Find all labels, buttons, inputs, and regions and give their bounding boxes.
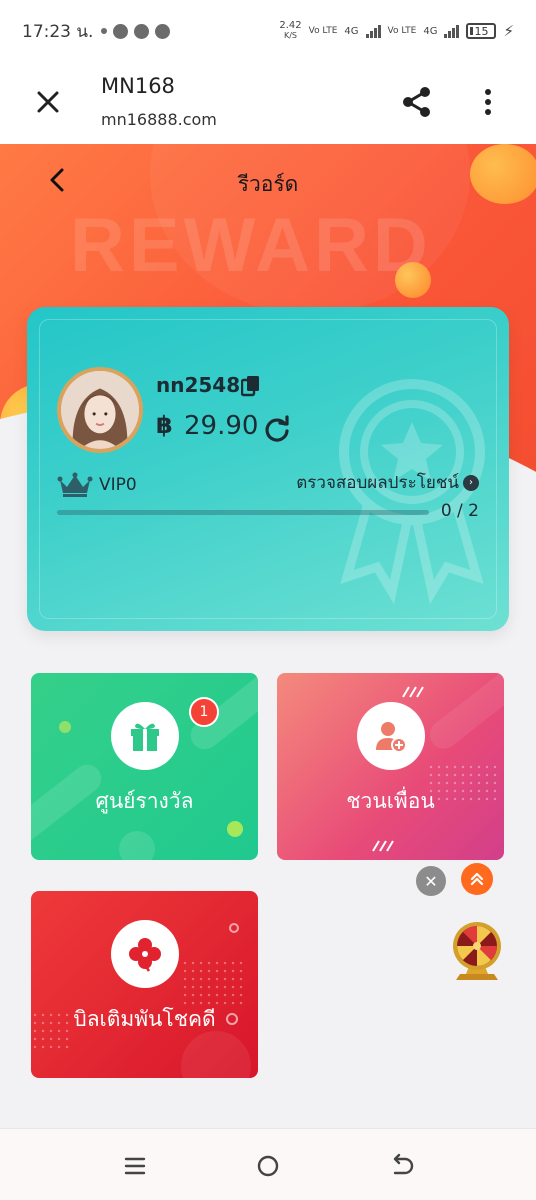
reward-count-badge: 1 (189, 697, 219, 727)
tile-deco-dots (181, 959, 245, 1009)
chevron-right-icon: › (463, 474, 479, 491)
tile-deco-ring (229, 923, 239, 933)
crown-icon (57, 472, 93, 497)
invite-friend-tile[interactable]: ชวนเพื่อน (277, 673, 504, 860)
lucky-bill-label: บิลเติมพันโชคดี (73, 1007, 216, 1031)
scroll-top-button[interactable] (461, 863, 493, 895)
check-benefits-label: ตรวจสอบผลประโยชน์ (296, 473, 459, 493)
browser-url: mn16888.com (101, 110, 217, 129)
gift-icon-circle (111, 702, 179, 770)
hero-watermark: REWARD (70, 203, 432, 288)
clover-icon (129, 938, 161, 972)
close-icon[interactable] (30, 84, 66, 120)
home-icon[interactable] (253, 1151, 283, 1181)
close-x-icon: ✕ (424, 871, 438, 891)
gift-icon (131, 723, 159, 751)
page-title: รีวอร์ด (237, 172, 299, 196)
refresh-icon[interactable] (263, 415, 291, 443)
signal-bars-2-icon (444, 24, 460, 38)
line-app-icon (134, 23, 150, 39)
reward-center-label: ศูนย์รางวัล (95, 789, 194, 813)
share-icon[interactable] (400, 84, 434, 120)
username: nn2548 (156, 373, 241, 397)
browser-header: MN168 mn16888.com (0, 62, 536, 144)
tile-deco-dot (119, 831, 155, 860)
status-bar: 17:23 น. 2.42 K/S Vo LTE 4G Vo LTE 4G 15… (0, 0, 536, 62)
lucky-wheel-icon[interactable] (450, 920, 504, 982)
status-right-group: 2.42 K/S Vo LTE 4G Vo LTE 4G 15 ⚡ (279, 21, 514, 41)
status-time: 17:23 น. (22, 21, 94, 42)
avatar[interactable] (57, 367, 143, 453)
avatar-image (61, 371, 139, 449)
vip-progress-bar (57, 510, 429, 515)
invite-friend-label: ชวนเพื่อน (346, 789, 435, 813)
net-speed-unit: K/S (283, 31, 297, 40)
net-speed: 2.42 K/S (279, 21, 301, 41)
sim2-volte: Vo LTE (388, 26, 417, 36)
sim1-label: Vo LTE (308, 26, 338, 36)
sync-app-icon (155, 23, 171, 39)
vip-level: VIP0 (99, 475, 137, 495)
charging-icon: ⚡ (503, 22, 514, 40)
vip-progress-text: 0 / 2 (440, 501, 479, 521)
tile-deco-dot (227, 821, 243, 837)
app-screen: 17:23 น. 2.42 K/S Vo LTE 4G Vo LTE 4G 15… (0, 0, 536, 1200)
browser-title: MN168 (101, 74, 175, 98)
chevron-deco-icon (372, 840, 394, 852)
sim1-volte: Vo LTE (309, 26, 338, 36)
add-user-icon (376, 722, 407, 753)
check-benefits-link[interactable]: ตรวจสอบผลประโยชน์ › (296, 469, 479, 496)
reward-center-tile[interactable]: 1 ศูนย์รางวัล (31, 673, 258, 860)
copy-icon[interactable] (241, 375, 261, 397)
tile-deco-dot (181, 1031, 251, 1078)
back-nav-icon[interactable] (386, 1151, 416, 1181)
sim2-label: Vo LTE (387, 26, 417, 36)
system-nav-bar (0, 1128, 536, 1200)
double-chevron-up-icon (470, 872, 484, 886)
net-speed-value: 2.42 (279, 20, 302, 31)
add-user-icon-circle (357, 702, 425, 770)
notification-icons (101, 23, 171, 39)
sim2-net: 4G (423, 25, 438, 37)
tile-deco-dot (59, 721, 71, 733)
balance-value: 29.90 (184, 411, 259, 441)
battery-level: 15 (474, 24, 489, 38)
more-vertical-icon[interactable] (474, 84, 502, 120)
hero-deco-ball-small (395, 262, 431, 298)
close-float-button[interactable]: ✕ (416, 866, 446, 896)
lucky-bill-tile[interactable]: บิลเติมพันโชคดี (31, 891, 258, 1078)
chat-app-icon (113, 23, 129, 39)
sim1-net: 4G (344, 25, 359, 37)
clover-icon-circle (111, 920, 179, 988)
currency-symbol: ฿ (156, 411, 173, 439)
tile-deco-stripe (424, 673, 504, 755)
chevron-deco-icon (402, 686, 424, 698)
profile-card: nn2548 ฿ 29.90 VIP0 ตรวจสอบผลประโยชน์ › … (27, 307, 509, 631)
recent-apps-icon[interactable] (120, 1151, 150, 1181)
battery-icon: 15 (466, 23, 497, 39)
signal-bars-icon (365, 24, 381, 38)
notification-dot-icon (101, 28, 108, 34)
